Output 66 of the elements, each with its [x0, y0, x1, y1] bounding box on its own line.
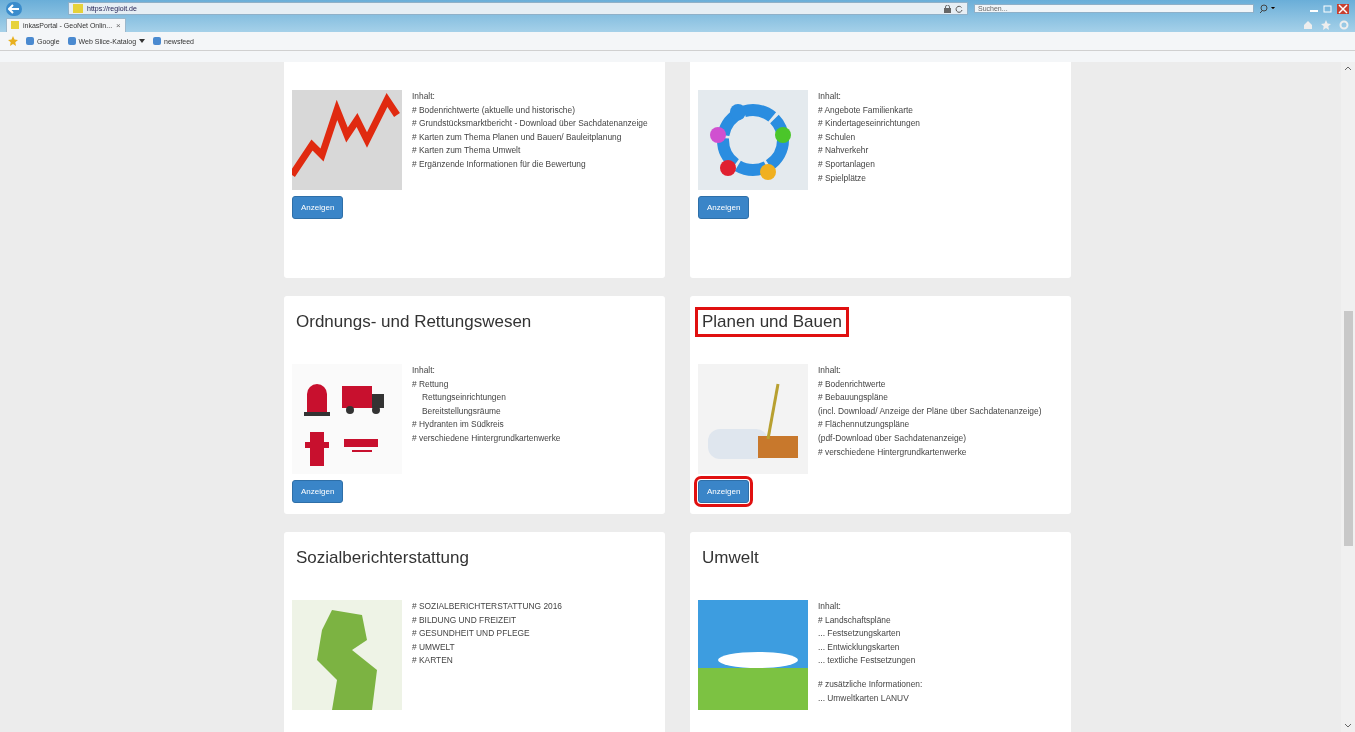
- content-line: Inhalt:: [818, 90, 842, 103]
- content-line: # Angebote Familienkarte: [818, 103, 914, 117]
- scroll-up-icon[interactable]: [1344, 66, 1352, 71]
- content-line: # Schulen: [818, 130, 857, 144]
- content-line: # Flächennutzungspläne: [818, 418, 911, 432]
- content-line: Inhalt:: [412, 90, 436, 103]
- card-title: Planen und Bauen: [698, 310, 846, 334]
- close-icon[interactable]: [1337, 3, 1349, 14]
- search-icon[interactable]: [1260, 4, 1276, 13]
- favorites-star-icon[interactable]: [8, 36, 18, 46]
- content-line: # BILDUNG UND FREIZEIT: [412, 613, 518, 627]
- content-line: # Ergänzende Informationen für die Bewertung: [412, 157, 587, 171]
- show-button[interactable]: Anzeigen: [292, 480, 344, 503]
- settings-icon[interactable]: [1339, 19, 1349, 30]
- card-title: Sozialberichterstattung: [295, 547, 470, 569]
- content-line: # SOZIALBERICHTERSTATTUNG 2016: [412, 600, 562, 613]
- page-icon: [153, 37, 162, 45]
- site-icon: [73, 4, 83, 13]
- content-line: # Bebauungspläne: [818, 391, 889, 405]
- content-line: ... Entwicklungskarten: [818, 640, 901, 654]
- site-icon: [11, 21, 19, 29]
- home-icon[interactable]: [1303, 19, 1313, 30]
- content-line: Inhalt:: [818, 600, 842, 613]
- content-line: # Karten zum Thema Umwelt: [412, 144, 522, 158]
- scroll-down-icon[interactable]: [1344, 723, 1352, 728]
- back-button[interactable]: [6, 1, 22, 16]
- content-line: Rettungseinrichtungen: [421, 391, 507, 405]
- refresh-icon[interactable]: [955, 4, 963, 13]
- content-line: # Spielplätze: [818, 171, 867, 185]
- content-line: # KARTEN: [412, 654, 454, 668]
- content-line: # verschiedene Hintergrundkartenwerke: [818, 445, 968, 459]
- content-line: # Nahverkehr: [818, 144, 870, 158]
- content-line: # UMWELT: [412, 640, 456, 654]
- content-line: (pdf-Download über Sachdatenanzeige): [818, 431, 968, 445]
- content-line: # Kindertageseinrichtungen: [818, 117, 920, 131]
- show-button[interactable]: Anzeigen: [292, 196, 344, 219]
- content-line: # Sportanlagen: [818, 157, 876, 171]
- content-line: Inhalt:: [818, 364, 842, 377]
- scrollbar[interactable]: [1341, 62, 1355, 732]
- show-button[interactable]: Anzeigen: [698, 196, 750, 219]
- content-line: # GESUNDHEIT UND PFLEGE: [412, 627, 531, 641]
- content-line: # Bodenrichtwerte: [818, 377, 887, 391]
- page-icon: [26, 37, 34, 45]
- card-title: Umwelt: [701, 547, 760, 569]
- content-line: # Grundstücksmarktbericht - Download über Sachdatenanzeige: [412, 117, 648, 131]
- content-line: # Landschaftspläne: [818, 613, 892, 627]
- scrollbar-thumb[interactable]: [1343, 311, 1353, 546]
- content-line: Bereitstellungsräume: [421, 404, 502, 418]
- content-line: ... Umweltkarten LANUV: [818, 691, 910, 705]
- maximize-icon[interactable]: [1323, 4, 1333, 13]
- content-line: # Karten zum Thema Planen und Bauen/ Bauleitplanung: [412, 130, 623, 144]
- lock-icon: [944, 4, 951, 13]
- content-line: # verschiedene Hintergrundkartenwerke: [412, 431, 561, 445]
- page-icon: [67, 37, 76, 45]
- content-line: # zusätzliche Informationen:: [818, 677, 923, 691]
- caret-icon[interactable]: [139, 39, 146, 43]
- tab-close-button[interactable]: ×: [116, 20, 121, 30]
- content-line: ... Festsetzungskarten: [818, 627, 902, 641]
- star-icon[interactable]: [1321, 19, 1331, 30]
- content-line: Inhalt:: [412, 364, 436, 377]
- content-line: # Bodenrichtwerte (aktuelle und historische): [412, 103, 576, 117]
- content-line: (incl. Download/ Anzeige der Pläne über Sachdatenanzeige): [818, 404, 1042, 418]
- content-line: # Rettung: [412, 377, 450, 391]
- content-line: ... textliche Festsetzungen: [818, 654, 917, 668]
- content-line: # Hydranten im Südkreis: [412, 418, 505, 432]
- card-title: Ordnungs- und Rettungswesen: [295, 311, 533, 333]
